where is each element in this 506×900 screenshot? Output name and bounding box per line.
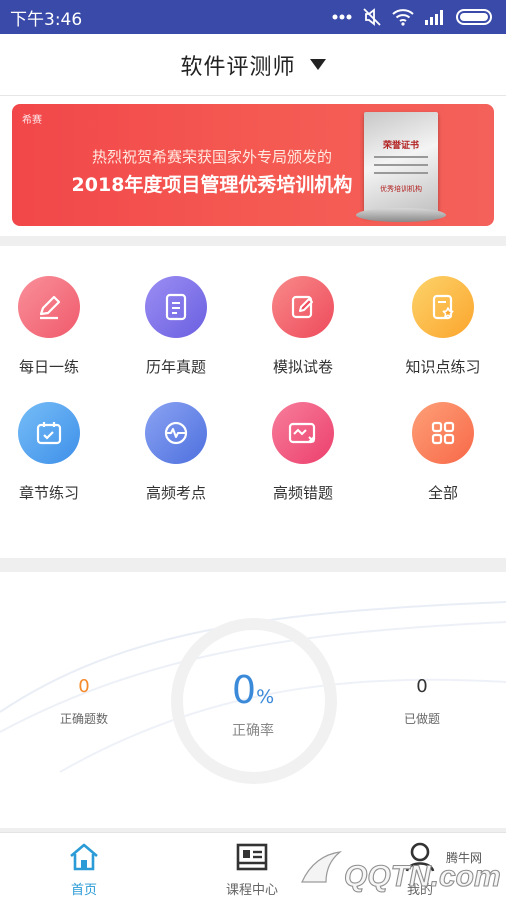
stats-panel: 0 正确题数 0% 正确率 0 已做题 bbox=[0, 572, 506, 828]
pencil-icon[interactable] bbox=[18, 276, 80, 338]
watermark-logo: QQTN.com 腾牛网 bbox=[301, 850, 501, 894]
edit-paper-icon[interactable] bbox=[272, 276, 334, 338]
certificate-line bbox=[374, 164, 428, 166]
grid-item-label: 知识点练习 bbox=[405, 358, 481, 376]
grid-item-chapter-practice[interactable]: 章节练习 bbox=[0, 402, 112, 503]
banner-subtitle: 热烈祝贺希赛荣获国家外专局颁发的 bbox=[91, 148, 332, 166]
grid-item-label: 模拟试卷 bbox=[272, 358, 333, 376]
correct-rate-unit: % bbox=[256, 686, 275, 708]
grid-item-hot-topics[interactable]: 高频考点 bbox=[113, 402, 239, 503]
certificate-stand bbox=[356, 208, 446, 222]
caret-down-icon[interactable] bbox=[309, 59, 326, 70]
status-icons bbox=[332, 7, 492, 27]
certificate-line bbox=[374, 156, 428, 158]
grid-item-label: 历年真题 bbox=[145, 358, 206, 376]
banner-headline: 2018年度项目管理优秀培训机构 bbox=[71, 174, 353, 196]
document-icon[interactable] bbox=[145, 276, 207, 338]
grid-item-label: 高频错题 bbox=[272, 484, 333, 502]
correct-rate: 0% bbox=[200, 668, 306, 712]
calendar-icon[interactable] bbox=[18, 402, 80, 464]
correct-rate-label: 正确率 bbox=[232, 723, 274, 739]
more-dots-icon bbox=[332, 14, 352, 20]
certificate-line bbox=[374, 172, 428, 174]
error-card-icon[interactable] bbox=[272, 402, 334, 464]
page-title[interactable]: 软件评测师 bbox=[180, 49, 295, 81]
site-watermark: QQTN.com 腾牛网 bbox=[296, 842, 502, 898]
exam-selector[interactable]: 软件评测师 bbox=[0, 34, 506, 96]
signal-icon bbox=[424, 9, 446, 25]
promo-banner[interactable]: 希赛 热烈祝贺希赛荣获国家外专局颁发的 2018年度项目管理优秀培训机构 荣誉证… bbox=[12, 104, 494, 226]
correct-rate-value: 0 bbox=[231, 668, 257, 712]
grid-item-mock-exam[interactable]: 模拟试卷 bbox=[240, 276, 366, 377]
correct-count-label: 正确题数 bbox=[59, 712, 108, 726]
grid-item-label: 章节练习 bbox=[18, 484, 79, 502]
banner-section: 希赛 热烈祝贺希赛荣获国家外专局颁发的 2018年度项目管理优秀培训机构 荣誉证… bbox=[0, 96, 506, 236]
watermark-subtext: 腾牛网 bbox=[446, 850, 482, 865]
certificate-footer: 优秀培训机构 bbox=[380, 185, 422, 193]
banner-logo: 希赛 bbox=[22, 115, 42, 126]
grid-item-daily-practice[interactable]: 每日一练 bbox=[0, 276, 112, 377]
tab-home[interactable]: 首页 bbox=[0, 833, 168, 900]
wifi-icon bbox=[392, 8, 414, 26]
wave-icon[interactable] bbox=[145, 402, 207, 464]
certificate-image: 荣誉证书 优秀培训机构 bbox=[364, 112, 438, 216]
feature-grid: 每日一练 历年真题 模拟试卷 知识点练习 章节练习 高频考点 高频错题 全部 bbox=[0, 246, 506, 558]
grid-icon[interactable] bbox=[412, 402, 474, 464]
course-icon[interactable] bbox=[232, 841, 272, 875]
grid-item-label: 全部 bbox=[427, 484, 458, 502]
status-bar: 下午3:46 bbox=[0, 0, 506, 34]
grid-item-past-exams[interactable]: 历年真题 bbox=[113, 276, 239, 377]
grid-item-all[interactable]: 全部 bbox=[380, 402, 506, 503]
done-count: 0 bbox=[416, 676, 428, 697]
battery-icon bbox=[456, 9, 492, 25]
home-icon[interactable] bbox=[64, 841, 104, 875]
certificate-title: 荣誉证书 bbox=[382, 141, 419, 151]
correct-count: 0 bbox=[78, 676, 90, 697]
status-time: 下午3:46 bbox=[10, 9, 83, 30]
grid-item-knowledge-practice[interactable]: 知识点练习 bbox=[380, 276, 506, 377]
done-count-label: 已做题 bbox=[403, 712, 440, 726]
grid-item-label: 每日一练 bbox=[18, 358, 79, 376]
mute-icon bbox=[362, 7, 382, 27]
tab-label: 首页 bbox=[70, 883, 97, 898]
star-doc-icon[interactable] bbox=[412, 276, 474, 338]
grid-item-label: 高频考点 bbox=[145, 484, 206, 502]
grid-item-frequent-errors[interactable]: 高频错题 bbox=[240, 402, 366, 503]
